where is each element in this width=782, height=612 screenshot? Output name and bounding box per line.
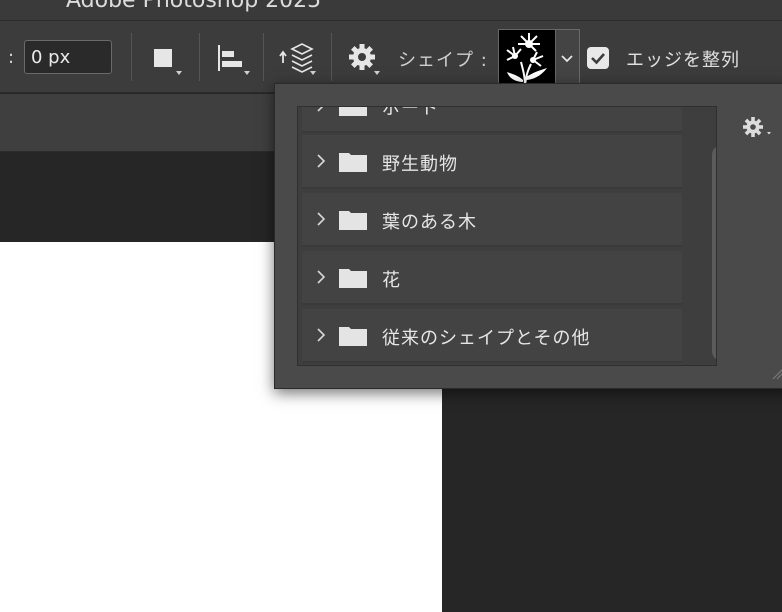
- chevron-right-icon: [317, 107, 324, 112]
- list-item-folder[interactable]: 野生動物: [302, 135, 682, 189]
- folder-icon: [339, 107, 367, 116]
- stroke-width-input[interactable]: [24, 40, 112, 74]
- folder-icon: [339, 269, 367, 288]
- list-item-folder[interactable]: 従来のシェイプとその他: [302, 309, 682, 363]
- folder-label: 従来のシェイプとその他: [382, 328, 591, 349]
- flower-shape-icon: [506, 33, 547, 87]
- chevron-right-icon: [317, 154, 326, 168]
- photoshop-window: Adobe Photoshop 2025 : 0 px シェイプ: エッジを整…: [0, 0, 782, 612]
- checkmark-icon: [591, 53, 605, 65]
- resize-grip-icon[interactable]: [771, 366, 782, 385]
- list-item-folder[interactable]: 花: [302, 251, 682, 305]
- folder-icon: [339, 327, 367, 346]
- list-item-folder[interactable]: ボート: [302, 106, 682, 133]
- folder-label: ボート: [382, 106, 439, 119]
- resize-handle-icon: [772, 369, 782, 380]
- align-edges-checkbox[interactable]: [587, 47, 609, 69]
- chevron-right-icon: [317, 212, 326, 226]
- gear-icon: [743, 117, 771, 137]
- folder-icon: [339, 153, 367, 172]
- shape-picker-panel: ボート 野生動物 葉のある木 花 従来のシェイプとその他: [274, 83, 782, 389]
- scrollbar-thumb[interactable]: [712, 145, 716, 361]
- dropdown-triangle-icon: [244, 71, 250, 75]
- dropdown-triangle-icon: [310, 71, 316, 75]
- folder-icon: [339, 211, 367, 230]
- separator: [199, 33, 200, 81]
- path-arrangement-button[interactable]: [278, 41, 322, 77]
- dropdown-triangle-icon: [374, 71, 380, 75]
- chevron-right-icon: [317, 270, 326, 284]
- separator: [331, 33, 332, 81]
- folder-label: 葉のある木: [382, 212, 477, 233]
- app-title: Adobe Photoshop 2025: [66, 0, 322, 13]
- shape-folder-list[interactable]: ボート 野生動物 葉のある木 花 従来のシェイプとその他: [297, 106, 717, 366]
- separator: [131, 33, 132, 81]
- align-edges-label: エッジを整列: [626, 50, 740, 71]
- folder-label: 花: [382, 270, 401, 291]
- list-item-folder[interactable]: 葉のある木: [302, 193, 682, 247]
- chevron-right-icon: [317, 328, 326, 342]
- path-operations-button[interactable]: [152, 41, 186, 77]
- shape-dropdown-button[interactable]: [556, 29, 580, 87]
- title-bar: Adobe Photoshop 2025: [0, 0, 782, 20]
- stroke-width-colon: :: [8, 47, 15, 68]
- path-options-button[interactable]: [346, 41, 386, 77]
- dropdown-triangle-icon: [176, 71, 182, 75]
- folder-label: 野生動物: [382, 154, 458, 175]
- chevron-down-icon: [561, 55, 573, 63]
- shape-picker-settings-button[interactable]: [743, 116, 777, 144]
- path-alignment-button[interactable]: [216, 41, 252, 77]
- shape-label: シェイプ :: [398, 50, 488, 71]
- separator: [263, 33, 264, 81]
